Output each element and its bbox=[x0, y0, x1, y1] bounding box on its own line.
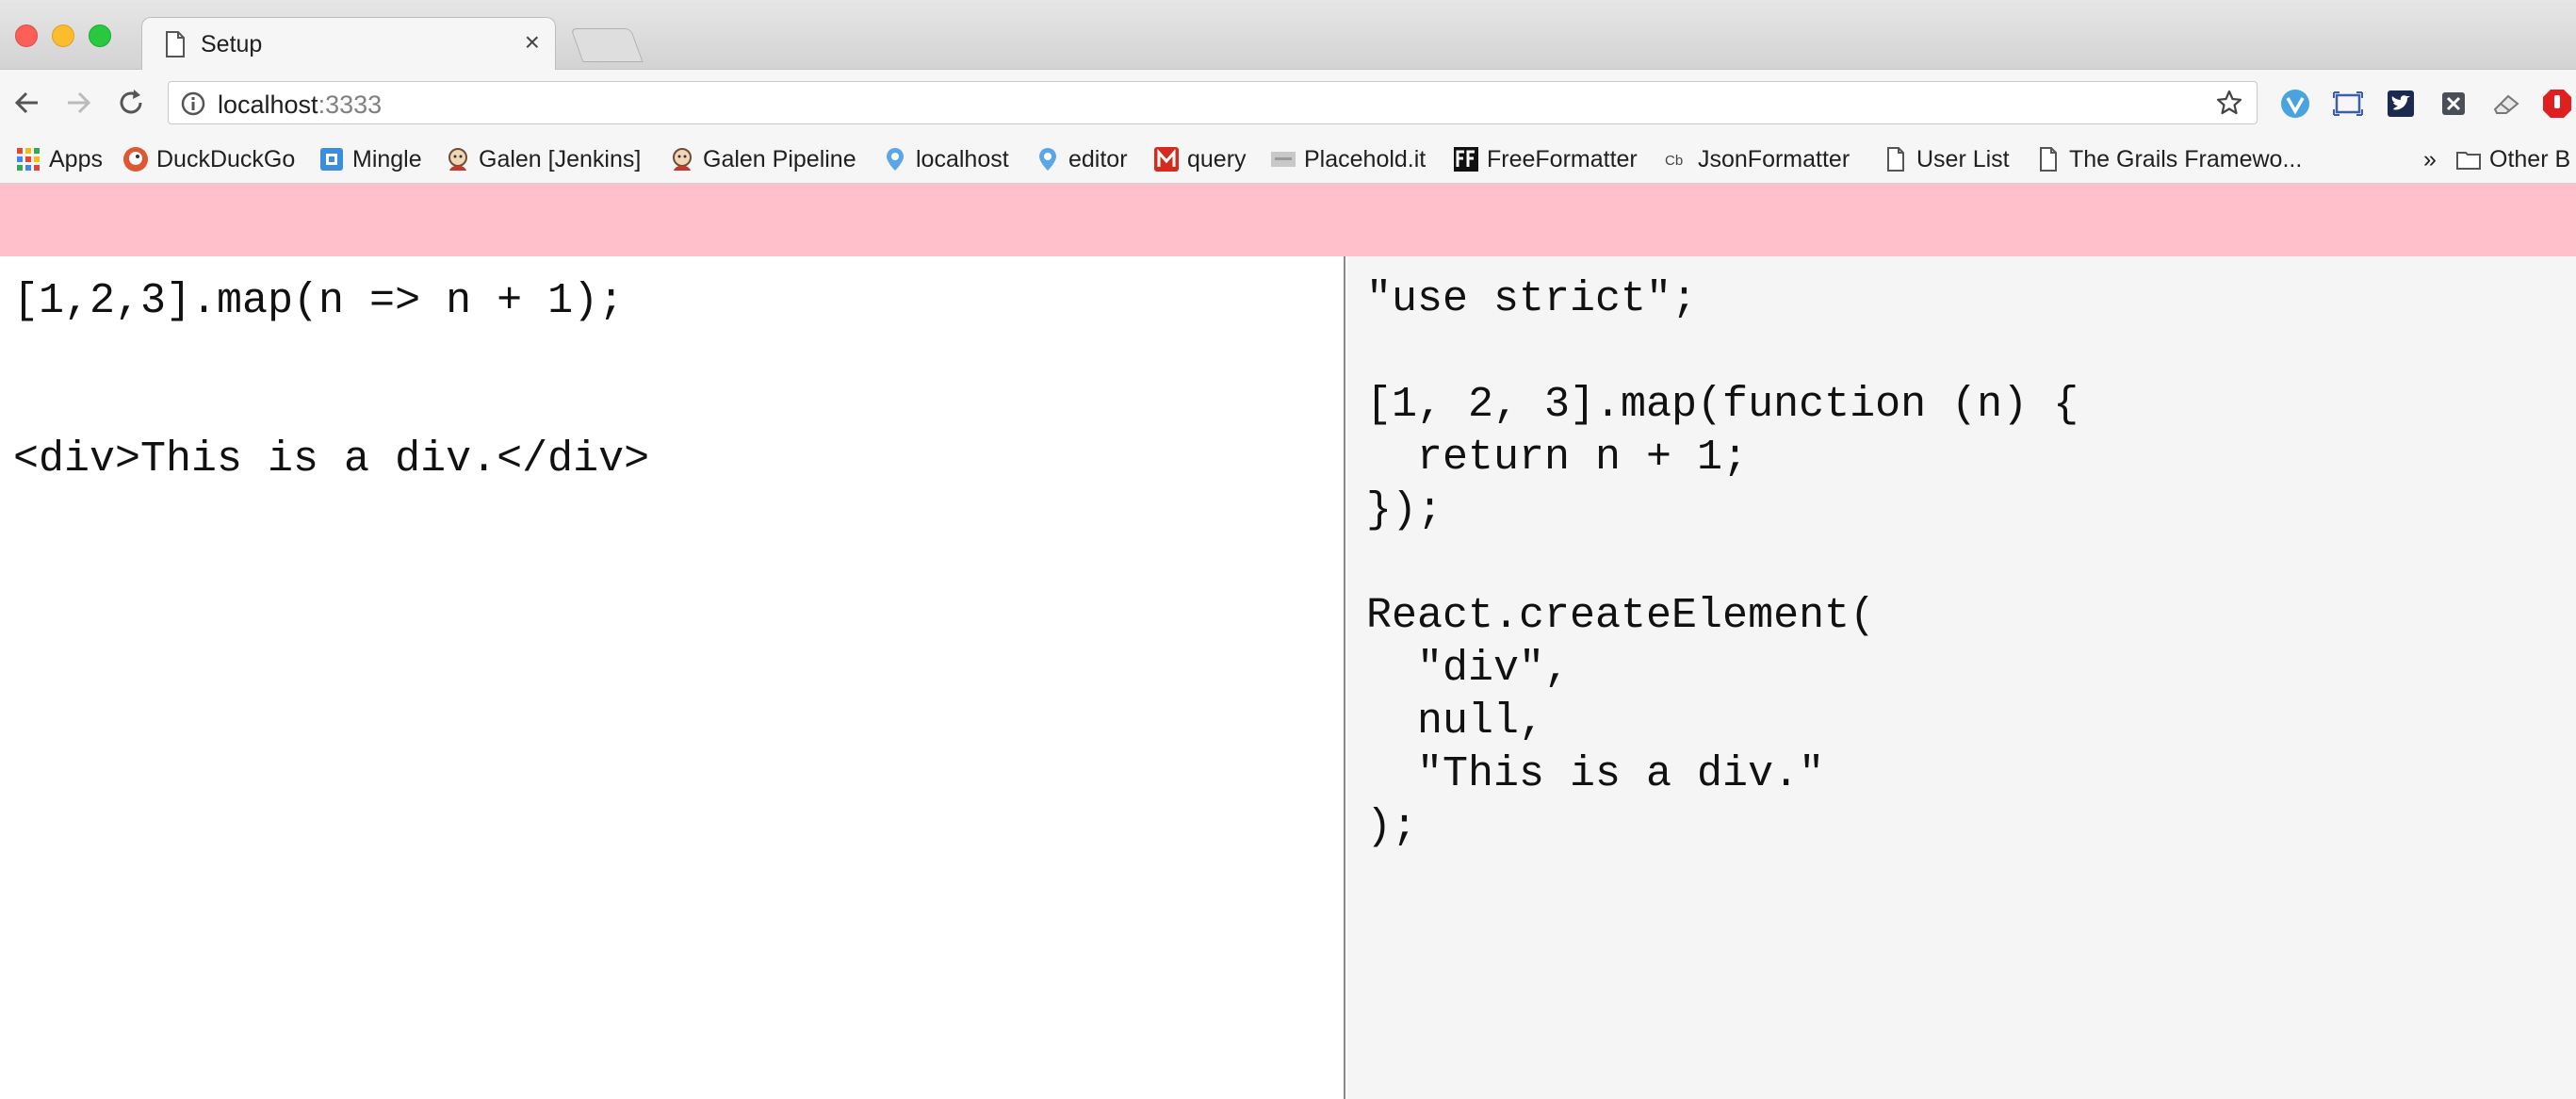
bookmark-label: User List bbox=[1916, 145, 2010, 172]
bookmark-label: The Grails Framewo... bbox=[2069, 145, 2303, 172]
bookmark-label: localhost bbox=[916, 145, 1009, 172]
bookmark-apps[interactable]: Apps bbox=[15, 143, 103, 175]
bookmark-label: Placehold.it bbox=[1304, 145, 1427, 172]
x-extension-icon[interactable] bbox=[2437, 87, 2470, 121]
bookmark-localhost[interactable]: localhost bbox=[882, 143, 1009, 175]
vivaldi-extension-icon[interactable] bbox=[2278, 87, 2312, 121]
bookmark-editor[interactable]: editor bbox=[1035, 143, 1128, 175]
twitter-extension-icon[interactable] bbox=[2384, 87, 2418, 121]
bookmark-label: query bbox=[1187, 145, 1247, 172]
bookmark-user-list[interactable]: User List bbox=[1883, 143, 2010, 175]
mingle-icon bbox=[320, 148, 343, 171]
duckduckgo-icon bbox=[123, 147, 148, 172]
eraser-extension-icon[interactable] bbox=[2489, 87, 2523, 121]
tab-title: Setup bbox=[201, 31, 263, 57]
bookmark-label: Galen Pipeline bbox=[703, 145, 856, 172]
back-button[interactable] bbox=[9, 85, 45, 121]
minimize-window-button[interactable] bbox=[52, 25, 74, 47]
bookmarks-overflow-button[interactable]: » bbox=[2423, 143, 2437, 175]
bookmark-query[interactable]: query bbox=[1153, 143, 1247, 175]
url-host: localhost bbox=[218, 90, 318, 119]
bookmark-duckduckgo[interactable]: DuckDuckGo bbox=[122, 143, 295, 175]
svg-text:Cb: Cb bbox=[1665, 153, 1683, 169]
bookmark-label: JsonFormatter bbox=[1698, 145, 1850, 172]
compiled-output-pane: "use strict"; [1, 2, 3].map(function (n)… bbox=[1347, 256, 2576, 1099]
pin-icon bbox=[1039, 148, 1056, 171]
forward-button[interactable] bbox=[60, 85, 96, 121]
bookmarks-bar: Apps DuckDuckGo Mingle Galen [Jenkins] G… bbox=[0, 136, 2576, 184]
tab-setup[interactable]: Setup × bbox=[141, 17, 556, 70]
source-editor-pane[interactable]: [1,2,3].map(n => n + 1); <div>This is a … bbox=[0, 256, 1345, 1099]
placeholder-icon bbox=[1271, 152, 1296, 167]
zoom-window-button[interactable] bbox=[89, 25, 111, 47]
cb-icon: Cb bbox=[1665, 153, 1683, 169]
bookmark-mingle[interactable]: Mingle bbox=[318, 143, 422, 175]
folder-icon bbox=[2456, 152, 2481, 170]
bookmark-label: editor bbox=[1068, 145, 1128, 172]
bookmark-freeformatter[interactable]: FreeFormatter bbox=[1453, 143, 1638, 175]
compiled-code: "use strict"; [1, 2, 3].map(function (n)… bbox=[1366, 275, 2079, 851]
jenkins-icon bbox=[448, 148, 467, 171]
bookmark-label: Other B bbox=[2489, 145, 2571, 172]
browser-toolbar: localhost:3333 bbox=[0, 70, 2576, 136]
close-window-button[interactable] bbox=[15, 25, 38, 47]
bookmark-label: Galen [Jenkins] bbox=[479, 145, 642, 172]
reload-button[interactable] bbox=[113, 85, 149, 121]
chevron-double-right-icon: » bbox=[2423, 145, 2437, 172]
document-icon bbox=[166, 31, 185, 57]
bookmark-label: Mingle bbox=[352, 145, 422, 172]
new-tab-button[interactable] bbox=[570, 28, 644, 62]
document-icon bbox=[1887, 147, 1904, 172]
jenkins-icon bbox=[673, 148, 692, 171]
bookmark-galen-pipeline[interactable]: Galen Pipeline bbox=[669, 143, 856, 175]
header-banner bbox=[0, 184, 2576, 256]
bookmark-label: FreeFormatter bbox=[1487, 145, 1638, 172]
screenshot-extension-icon[interactable] bbox=[2331, 87, 2365, 121]
bookmark-grails-framework[interactable]: The Grails Framewo... bbox=[2035, 143, 2302, 175]
bookmark-label: DuckDuckGo bbox=[156, 145, 296, 172]
m-icon bbox=[1154, 147, 1179, 172]
bookmark-galen-jenkins[interactable]: Galen [Jenkins] bbox=[445, 143, 641, 175]
bookmark-other-bookmarks[interactable]: Other B bbox=[2455, 143, 2570, 175]
adblock-extension-icon[interactable] bbox=[2540, 87, 2574, 121]
source-code[interactable]: [1,2,3].map(n => n + 1); <div>This is a … bbox=[13, 275, 649, 486]
tab-close-button[interactable]: × bbox=[525, 29, 540, 56]
star-icon[interactable] bbox=[2215, 89, 2243, 117]
bookmark-jsonformatter[interactable]: Cb JsonFormatter bbox=[1664, 143, 1850, 175]
bookmark-placeholdit[interactable]: Placehold.it bbox=[1270, 143, 1426, 175]
apps-grid-icon bbox=[17, 148, 40, 171]
address-bar[interactable]: localhost:3333 bbox=[168, 81, 2258, 124]
url-text: localhost:3333 bbox=[218, 90, 382, 120]
tab-strip: Setup × bbox=[0, 0, 2576, 70]
bookmark-label: Apps bbox=[49, 145, 103, 172]
info-icon[interactable] bbox=[180, 90, 206, 117]
ff-icon bbox=[1454, 147, 1478, 172]
pin-icon bbox=[887, 148, 904, 171]
url-port: :3333 bbox=[318, 90, 383, 119]
document-icon bbox=[2040, 147, 2057, 172]
